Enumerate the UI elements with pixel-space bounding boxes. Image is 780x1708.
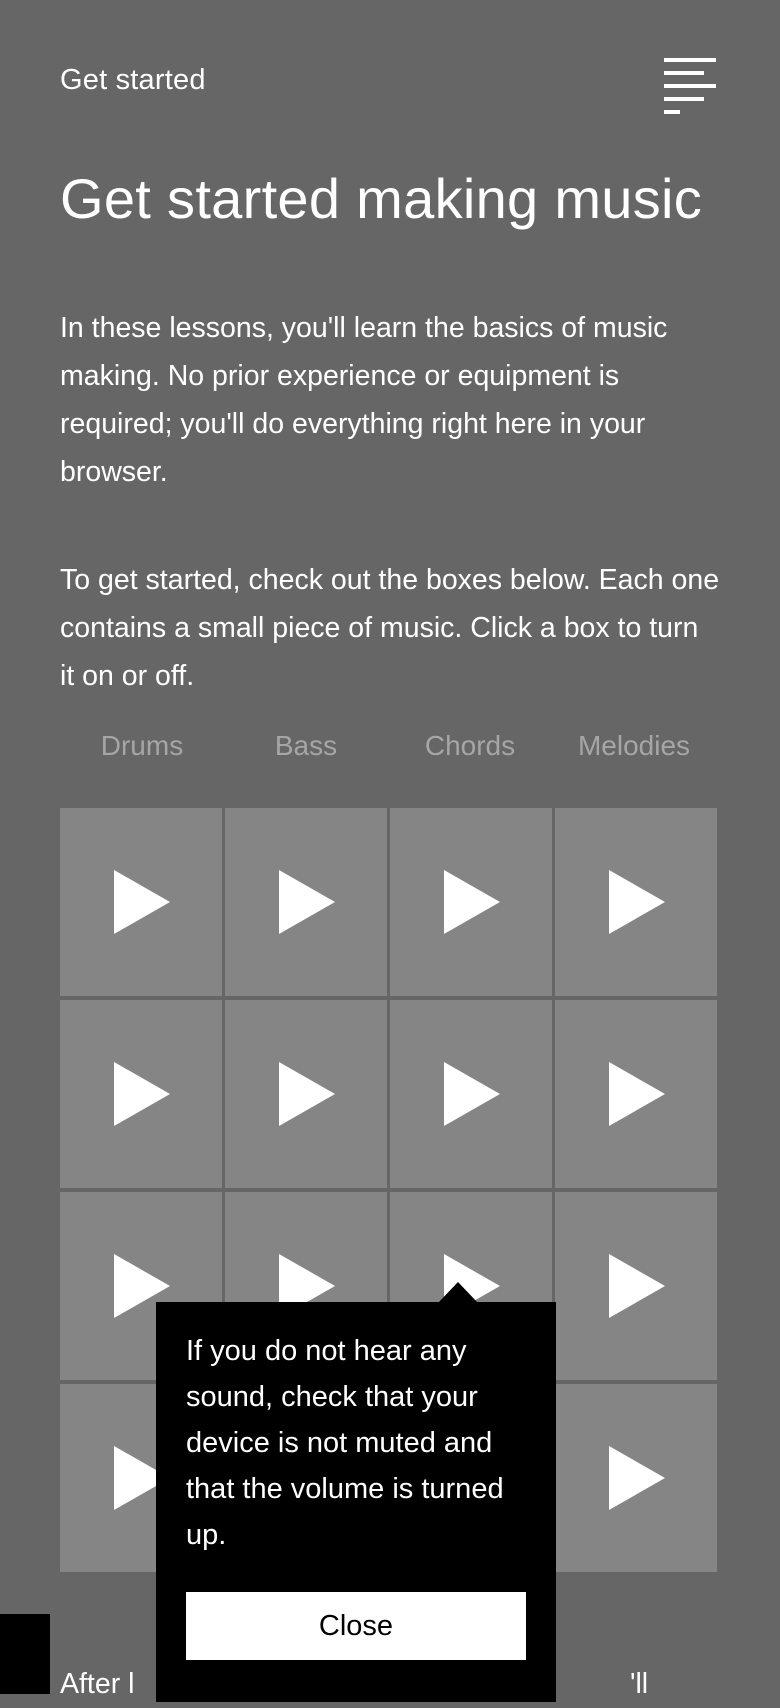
loop-cell-chords-2[interactable] bbox=[390, 1000, 552, 1188]
following-paragraph-end: 'll bbox=[630, 1668, 649, 1700]
loop-cell-melodies-1[interactable] bbox=[555, 808, 717, 996]
menu-line bbox=[664, 110, 680, 114]
sound-tooltip: If you do not hear any sound, check that… bbox=[156, 1302, 556, 1702]
tooltip-arrow bbox=[438, 1282, 478, 1303]
column-label-bass: Bass bbox=[274, 730, 338, 761]
loop-cell-bass-1[interactable] bbox=[225, 808, 387, 996]
play-icon bbox=[114, 1062, 170, 1126]
loop-cell-chords-1[interactable] bbox=[390, 808, 552, 996]
column-label-melodies: Melodies bbox=[577, 730, 691, 761]
column-labels: Drums Bass Chords Melodies bbox=[60, 730, 716, 762]
page-breadcrumb-title: Get started bbox=[60, 64, 206, 96]
column-label-chords: Chords bbox=[424, 730, 516, 761]
hamburger-menu-icon[interactable] bbox=[664, 58, 722, 114]
menu-line bbox=[664, 84, 716, 88]
intro-paragraph: In these lessons, you'll learn the basic… bbox=[60, 312, 668, 488]
instructions-paragraph: To get started, check out the boxes belo… bbox=[60, 564, 720, 692]
loop-cell-bass-2[interactable] bbox=[225, 1000, 387, 1188]
loop-cell-melodies-3[interactable] bbox=[555, 1192, 717, 1380]
page-heading: Get started making music bbox=[60, 167, 703, 230]
loop-cell-melodies-4[interactable] bbox=[555, 1384, 717, 1572]
play-icon bbox=[279, 870, 335, 934]
menu-line bbox=[664, 71, 704, 75]
menu-line bbox=[664, 97, 704, 101]
play-icon bbox=[114, 870, 170, 934]
tooltip-message: If you do not hear any sound, check that… bbox=[186, 1335, 504, 1551]
loop-cell-drums-2[interactable] bbox=[60, 1000, 222, 1188]
play-icon bbox=[609, 1254, 665, 1318]
play-icon bbox=[609, 870, 665, 934]
play-icon bbox=[279, 1062, 335, 1126]
loop-cell-melodies-2[interactable] bbox=[555, 1000, 717, 1188]
play-icon bbox=[609, 1446, 665, 1510]
column-label-drums: Drums bbox=[100, 730, 184, 761]
loop-cell-drums-1[interactable] bbox=[60, 808, 222, 996]
play-icon bbox=[444, 870, 500, 934]
left-edge-panel bbox=[0, 1614, 50, 1694]
close-button[interactable]: Close bbox=[186, 1592, 526, 1660]
play-icon bbox=[444, 1062, 500, 1126]
menu-line bbox=[664, 58, 716, 62]
play-icon bbox=[609, 1062, 665, 1126]
